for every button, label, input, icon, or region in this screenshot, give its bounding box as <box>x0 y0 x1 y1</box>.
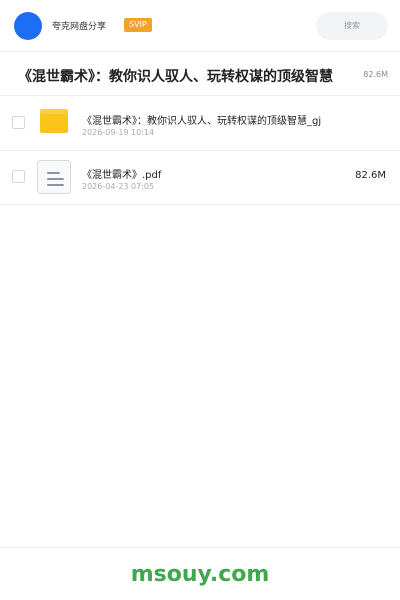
header: 夸克网盘分享 SVIP 搜索 <box>0 0 400 52</box>
folder-size: 82.6M <box>363 70 388 79</box>
svip-badge: SVIP <box>124 18 152 32</box>
select-checkbox[interactable] <box>12 170 25 183</box>
select-checkbox[interactable] <box>12 116 25 129</box>
page-title: 《混世霸术》：教你识人驭人、玩转权谋的顶级智慧 <box>18 69 333 85</box>
file-date: 2026-09-19 10:14 <box>82 128 155 137</box>
list-item[interactable]: 《混世霸术》：教你识人驭人、玩转权谋的顶级智慧_gj 2026-09-19 10… <box>0 97 400 151</box>
file-size: 82.6M <box>355 170 386 181</box>
document-icon <box>37 160 71 194</box>
folder-icon <box>40 109 68 133</box>
user-name: 夸克网盘分享 <box>52 22 107 32</box>
file-date: 2026-04-23 07:05 <box>82 182 155 191</box>
file-name[interactable]: 《混世霸术》.pdf <box>82 166 161 181</box>
search-input[interactable]: 搜索 <box>316 12 388 40</box>
folder-title-bar: 《混世霸术》：教你识人驭人、玩转权谋的顶级智慧 82.6M <box>0 53 400 96</box>
list-item[interactable]: 《混世霸术》.pdf 2026-04-23 07:05 82.6M <box>0 151 400 205</box>
avatar[interactable] <box>14 12 42 40</box>
file-name[interactable]: 《混世霸术》：教你识人驭人、玩转权谋的顶级智慧_gj <box>82 112 321 127</box>
footer: msouy.com <box>0 547 400 600</box>
watermark-text: msouy.com <box>130 562 270 587</box>
